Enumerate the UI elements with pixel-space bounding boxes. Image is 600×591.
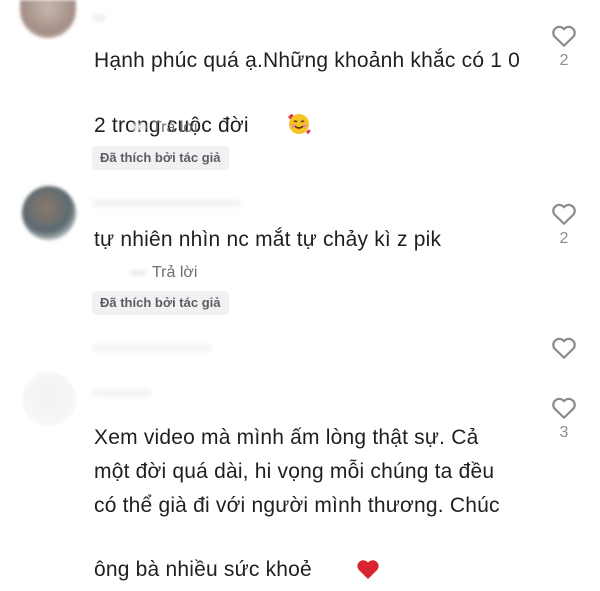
- username-blurred[interactable]: [92, 14, 106, 22]
- username-blurred[interactable]: [92, 344, 212, 352]
- red-heart-icon: [320, 523, 380, 591]
- like-count: 2: [559, 230, 569, 247]
- reply-avatar-blurred: [130, 124, 146, 130]
- avatar[interactable]: [20, 0, 76, 38]
- avatar[interactable]: [22, 372, 76, 426]
- reply-button[interactable]: Trả lời: [152, 264, 197, 282]
- avatar[interactable]: [22, 186, 76, 240]
- comment-text: tự nhiên nhìn nc mắt tự chảy kì z pik: [94, 228, 442, 251]
- username-blurred[interactable]: [92, 199, 242, 207]
- heart-icon[interactable]: [551, 336, 577, 360]
- comment-text: Xem video mà mình ấm lòng thật sự. Cả mộ…: [94, 421, 514, 591]
- like-count: 2: [559, 52, 569, 69]
- like-count: 3: [559, 424, 569, 441]
- smiling-face-with-hearts-icon: [251, 78, 311, 147]
- heart-icon[interactable]: [551, 24, 577, 48]
- heart-icon[interactable]: [551, 396, 577, 420]
- reply-button[interactable]: Trả lời: [152, 119, 197, 137]
- username-blurred[interactable]: [92, 389, 152, 397]
- liked-by-author-badge: Đã thích bởi tác giả: [92, 291, 229, 315]
- reply-avatar-blurred: [130, 270, 146, 276]
- liked-by-author-badge: Đã thích bởi tác giả: [92, 146, 229, 170]
- heart-icon[interactable]: [551, 202, 577, 226]
